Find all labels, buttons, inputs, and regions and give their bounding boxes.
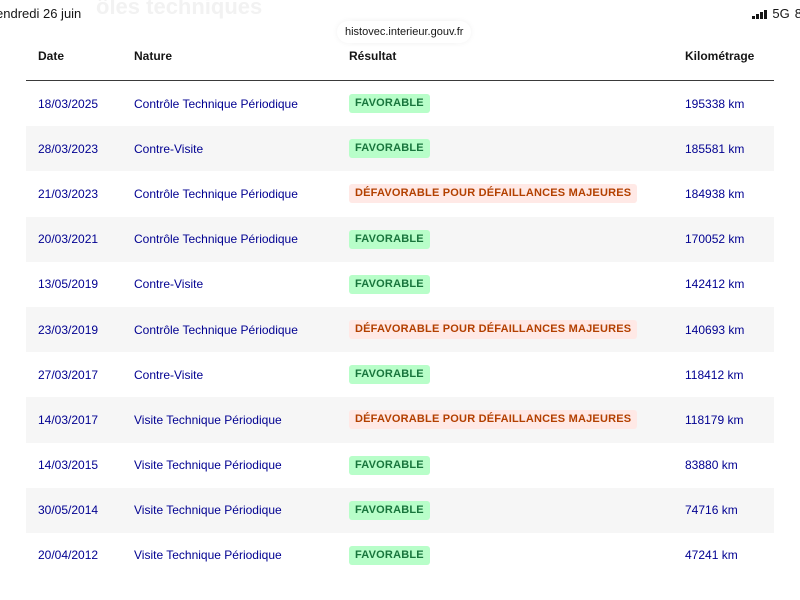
cell-result: FAVORABLE [349, 352, 430, 397]
cell-result: FAVORABLE [349, 488, 430, 533]
cell-date: 14/03/2015 [38, 458, 99, 473]
cell-result: DÉFAVORABLE POUR DÉFAILLANCES MAJEURES [349, 171, 638, 216]
cell-nature: Visite Technique Périodique [134, 412, 282, 427]
cell-nature: Visite Technique Périodique [134, 503, 282, 518]
status-badge: FAVORABLE [349, 274, 430, 294]
page-title: ôles techniques [96, 0, 263, 19]
status-badge: FAVORABLE [349, 229, 430, 249]
cell-km: 170052 km [685, 232, 745, 247]
status-bar-indicators: 5G 8 [752, 6, 800, 21]
cell-nature: Contrôle Technique Périodique [134, 232, 298, 247]
cell-result: DÉFAVORABLE POUR DÉFAILLANCES MAJEURES [349, 397, 638, 442]
cell-result: DÉFAVORABLE POUR DÉFAILLANCES MAJEURES [349, 307, 638, 352]
status-badge: FAVORABLE [349, 139, 430, 159]
table-row: 20/03/2021 Contrôle Technique Périodique F… [26, 216, 774, 262]
cell-date: 13/05/2019 [38, 277, 99, 292]
cell-km: 83880 km [685, 458, 738, 473]
cell-result: FAVORABLE [349, 262, 430, 307]
cell-km: 47241 km [685, 548, 738, 563]
table-row: 23/03/2019 Contrôle Technique Périodique D… [26, 306, 774, 353]
status-badge: FAVORABLE [349, 94, 430, 114]
cell-nature: Contre-Visite [134, 367, 204, 382]
cell-result: FAVORABLE [349, 533, 430, 578]
network-label: 5G [772, 6, 790, 21]
cell-result: FAVORABLE [349, 443, 430, 488]
cell-date: 14/03/2017 [38, 412, 99, 427]
table-row: 20/04/2012 Visite Technique Périodique FAV… [26, 533, 774, 578]
status-badge: FAVORABLE [349, 365, 430, 385]
battery-label: 8 [794, 6, 800, 21]
cell-km: 184938 km [685, 186, 745, 201]
cell-date: 23/03/2019 [38, 322, 99, 337]
cell-nature: Contre-Visite [134, 277, 204, 292]
table-row: 14/03/2015 Visite Technique Périodique FAV… [26, 443, 774, 488]
cell-km: 140693 km [685, 322, 745, 337]
header-nature: Nature [134, 49, 173, 63]
cell-date: 20/03/2021 [38, 232, 99, 247]
inspection-table: Date Nature Résultat Kilométrage 18/03/2… [26, 36, 774, 578]
status-badge: DÉFAVORABLE POUR DÉFAILLANCES MAJEURES [349, 410, 638, 430]
cell-nature: Contre-Visite [134, 141, 204, 156]
cell-km: 195338 km [685, 96, 745, 111]
table-row: 28/03/2023 Contre-Visite FAVORABLE 185581 k… [26, 126, 774, 172]
cell-date: 28/03/2023 [38, 141, 99, 156]
status-badge: DÉFAVORABLE POUR DÉFAILLANCES MAJEURES [349, 320, 638, 340]
cell-nature: Visite Technique Périodique [134, 458, 282, 473]
cell-nature: Contrôle Technique Périodique [134, 96, 298, 111]
signal-icon [752, 9, 768, 19]
cell-date: 21/03/2023 [38, 186, 99, 201]
status-badge: FAVORABLE [349, 500, 430, 520]
status-badge: FAVORABLE [349, 455, 430, 475]
cell-nature: Contrôle Technique Périodique [134, 322, 298, 337]
cell-date: 27/03/2017 [38, 367, 99, 382]
header-km: Kilométrage [685, 49, 755, 63]
table-header: Date Nature Résultat Kilométrage [26, 36, 774, 81]
cell-date: 20/04/2012 [38, 548, 99, 563]
table-row: 27/03/2017 Contre-Visite FAVORABLE 118412 k… [26, 352, 774, 397]
table-body: 18/03/2025 Contrôle Technique Périodique F… [26, 81, 774, 578]
page: ôles techniques endredi 26 juin 5G 8 his… [0, 0, 800, 600]
cell-result: FAVORABLE [349, 81, 430, 126]
cell-km: 118412 km [685, 367, 744, 382]
cell-nature: Visite Technique Périodique [134, 548, 282, 563]
cell-nature: Contrôle Technique Périodique [134, 186, 298, 201]
cell-km: 74716 km [685, 503, 738, 518]
cell-date: 30/05/2014 [38, 503, 99, 518]
cell-date: 18/03/2025 [38, 96, 99, 111]
table-row: 21/03/2023 Contrôle Technique Périodique D… [26, 171, 774, 216]
cell-result: FAVORABLE [349, 126, 430, 171]
table-row: 13/05/2019 Contre-Visite FAVORABLE 142412 k… [26, 262, 774, 307]
status-badge: FAVORABLE [349, 545, 430, 565]
cell-km: 185581 km [685, 141, 745, 156]
table-row: 14/03/2017 Visite Technique Périodique DÉF… [26, 397, 774, 443]
header-date: Date [38, 49, 65, 63]
table-row: 18/03/2025 Contrôle Technique Périodique F… [26, 81, 774, 126]
status-badge: DÉFAVORABLE POUR DÉFAILLANCES MAJEURES [349, 184, 638, 204]
status-bar-time: endredi 26 juin [0, 6, 82, 21]
cell-result: FAVORABLE [349, 217, 430, 262]
cell-km: 142412 km [685, 277, 745, 292]
table-row: 30/05/2014 Visite Technique Périodique FAV… [26, 487, 774, 533]
cell-km: 118179 km [685, 412, 744, 427]
header-result: Résultat [349, 49, 397, 63]
